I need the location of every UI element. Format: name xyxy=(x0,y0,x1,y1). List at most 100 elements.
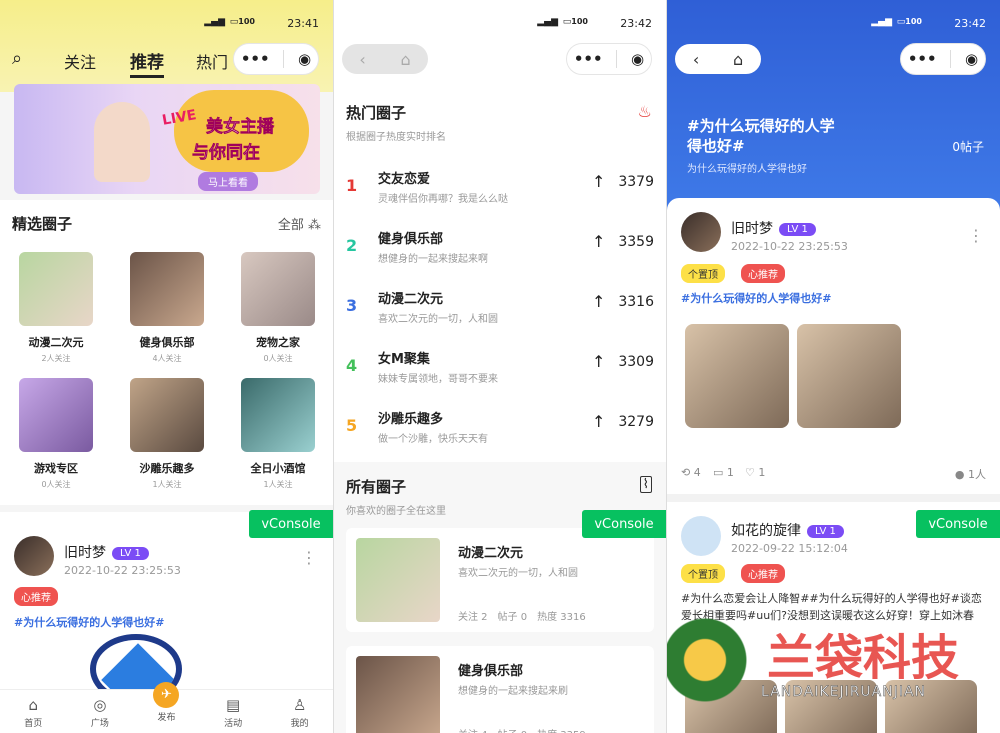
capsule-menu[interactable]: ••• ◉ xyxy=(900,43,986,75)
user-icon: ♙ xyxy=(292,696,307,714)
rank-item[interactable]: 5 沙雕乐趣多 做一个沙雕，快乐天天有 ↑ 3279 xyxy=(334,408,666,458)
circle-item[interactable]: 宠物之家 0人关注 xyxy=(232,252,324,364)
circle-card-name: 动漫二次元 xyxy=(458,546,524,561)
comment-count[interactable]: ▭ 1 xyxy=(713,466,734,479)
back-icon[interactable]: ‹ xyxy=(693,50,699,69)
post-image[interactable] xyxy=(797,324,901,428)
home-icon: ⌂ xyxy=(28,696,39,714)
more-icon[interactable]: ••• xyxy=(241,50,270,68)
banner-person xyxy=(94,102,150,182)
circle-card-image[interactable] xyxy=(356,538,440,622)
like-count[interactable]: ♡ 1 xyxy=(745,466,765,479)
status-bar: ▂▄▆ ▭100 23:42 xyxy=(334,0,666,44)
tab-follow[interactable]: 关注 xyxy=(64,49,96,73)
avatar[interactable] xyxy=(681,212,721,252)
phone-topic: ▂▄▆ ▭100 23:42 ‹ ⌂ ••• ◉ #为什么玩得好的人学得也好# 为什… xyxy=(667,0,1000,733)
rank-number: 2 xyxy=(346,236,358,255)
vconsole-button[interactable]: vConsole xyxy=(582,510,666,538)
rank-number: 4 xyxy=(346,356,358,375)
rank-score: 3359 xyxy=(618,234,654,250)
circle-card-stats: 关注 2 帖子 0 热度 3316 xyxy=(458,612,586,623)
all-circles: 所有圈子 ⌇ 你喜欢的圈子全在这里 动漫二次元 喜欢二次元的一切，人和圆 关注 2 … xyxy=(334,468,666,733)
rank-item[interactable]: 4 女M聚集 妹妹专属领地，哥哥不要来 ↑ 3309 xyxy=(334,348,666,398)
more-icon[interactable]: ••• xyxy=(908,50,937,68)
more-vertical-icon[interactable]: ⋮ xyxy=(301,548,317,567)
rank-item[interactable]: 2 健身俱乐部 想健身的一起来搜起来啊 ↑ 3359 xyxy=(334,228,666,278)
tab-compass[interactable]: ◎ 广场 xyxy=(67,690,134,733)
avatar[interactable] xyxy=(681,516,721,556)
search-icon[interactable]: ⌕ xyxy=(12,48,22,69)
tab-home[interactable]: ⌂ 首页 xyxy=(0,690,67,733)
rank-name: 交友恋爱 xyxy=(378,172,431,187)
avatar[interactable] xyxy=(14,536,54,576)
vconsole-button[interactable]: vConsole xyxy=(916,510,1000,538)
fire-icon: ♨ xyxy=(637,102,652,121)
signal-icon: ▂▄▆ xyxy=(204,17,225,27)
tab-recommend[interactable]: 推荐 xyxy=(130,48,164,78)
home-icon[interactable]: ⌂ xyxy=(400,50,410,69)
capsule-menu[interactable]: ••• ◉ xyxy=(233,43,319,75)
circle-card[interactable]: 健身俱乐部想健身的一起来搜起来刷关注 4 帖子 0 热度 3359 xyxy=(346,646,654,733)
more-icon[interactable]: ••• xyxy=(574,50,603,68)
post-card-1[interactable]: 旧时梦 LV 1 2022-10-22 23:25:53 ⋮ 个置顶 心推荐 #为… xyxy=(667,198,1000,494)
post-card[interactable]: 旧时梦 LV 1 2022-10-22 23:25:53 ⋮ 心推荐 #为什么玩得… xyxy=(0,512,333,704)
post-time: 2022-10-22 23:25:53 xyxy=(64,564,181,577)
close-icon[interactable]: ◉ xyxy=(298,50,311,68)
post-image[interactable] xyxy=(685,324,789,428)
circle-image[interactable] xyxy=(130,252,204,326)
status-time: 23:41 xyxy=(287,17,319,30)
tab-label: 活动 xyxy=(224,719,243,729)
capsule-menu[interactable]: ••• ◉ xyxy=(566,43,652,75)
see-all-link[interactable]: 全部 ⁂ xyxy=(278,214,321,233)
circle-image[interactable] xyxy=(241,378,315,452)
post-user: 如花的旋律 LV 1 xyxy=(731,520,844,540)
vconsole-button[interactable]: vConsole xyxy=(249,510,333,538)
back-icon[interactable]: ‹ xyxy=(359,50,365,69)
circle-image[interactable] xyxy=(19,252,93,326)
circle-card-desc: 想健身的一起来搜起来刷 xyxy=(458,686,568,697)
rank-score: 3279 xyxy=(618,414,654,430)
rank-item[interactable]: 1 交友恋爱 灵魂伴侣你再哪？我是么么哒 ↑ 3379 xyxy=(334,168,666,218)
activity-icon: ▤ xyxy=(225,696,241,714)
circle-followers: 4人关注 xyxy=(152,354,182,363)
post-hashtag[interactable]: #为什么玩得好的人学得也好# xyxy=(14,614,164,630)
post-user: 旧时梦 LV 1 xyxy=(64,542,149,562)
circle-item[interactable]: 动漫二次元 2人关注 xyxy=(10,252,102,364)
rank-score: 3379 xyxy=(618,174,654,190)
banner[interactable]: LIVE 美女主播 与你同在 马上看看 xyxy=(14,84,320,194)
post-hashtag[interactable]: #为什么玩得好的人学得也好# xyxy=(681,290,831,306)
circle-card-image[interactable] xyxy=(356,656,440,733)
home-icon[interactable]: ⌂ xyxy=(733,50,743,69)
hot-title: 热门圈子 xyxy=(346,104,407,122)
circle-name: 宠物之家 xyxy=(256,336,300,349)
share-count[interactable]: ⟲ 4 xyxy=(681,466,701,479)
all-subtitle: 你喜欢的圈子全在这里 xyxy=(346,506,446,517)
featured-circles: 精选圈子 全部 ⁂ 动漫二次元 2人关注 健身俱乐部 4人关注 宠物之家 0人关注 游戏专区… xyxy=(0,200,333,505)
banner-button[interactable]: 马上看看 xyxy=(198,172,258,191)
more-vertical-icon[interactable]: ⋮ xyxy=(968,226,984,245)
rank-number: 3 xyxy=(346,296,358,315)
circle-item[interactable]: 全日小酒馆 1人关注 xyxy=(232,378,324,490)
close-icon[interactable]: ◉ xyxy=(965,50,978,68)
recommend-tag: 心推荐 xyxy=(14,587,58,606)
tab-activity[interactable]: ▤ 活动 xyxy=(200,690,267,733)
rank-desc: 想健身的一起来搜起来啊 xyxy=(378,254,488,265)
circle-image[interactable] xyxy=(241,252,315,326)
tab-rocket[interactable]: ✈ 发布 xyxy=(133,682,200,733)
tab-user[interactable]: ♙ 我的 xyxy=(266,690,333,733)
status-time: 23:42 xyxy=(620,17,652,30)
circle-item[interactable]: 游戏专区 0人关注 xyxy=(10,378,102,490)
circle-item[interactable]: 沙雕乐趣多 1人关注 xyxy=(121,378,213,490)
circle-image[interactable] xyxy=(19,378,93,452)
circle-followers: 1人关注 xyxy=(152,480,182,489)
trend-icon[interactable]: ⌇ xyxy=(639,476,652,493)
recommend-tag: 心推荐 xyxy=(741,264,785,283)
rank-desc: 灵魂伴侣你再哪？我是么么哒 xyxy=(378,194,508,205)
circle-image[interactable] xyxy=(130,378,204,452)
level-badge: LV 1 xyxy=(779,222,816,236)
circle-item[interactable]: 健身俱乐部 4人关注 xyxy=(121,252,213,364)
tab-hot[interactable]: 热门 xyxy=(196,49,228,73)
circle-card[interactable]: 动漫二次元 喜欢二次元的一切，人和圆 关注 2 帖子 0 热度 3316 xyxy=(346,528,654,632)
close-icon[interactable]: ◉ xyxy=(631,50,644,68)
rank-item[interactable]: 3 动漫二次元 喜欢二次元的一切，人和圆 ↑ 3316 xyxy=(334,288,666,338)
